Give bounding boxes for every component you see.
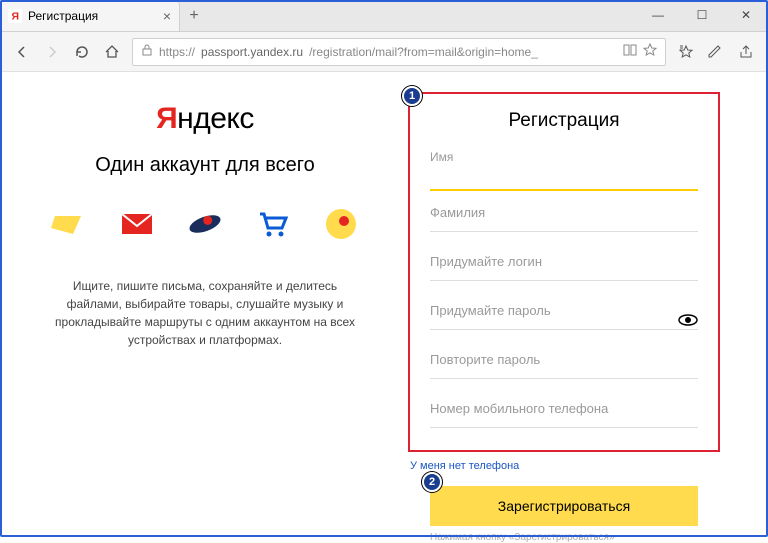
left-panel: Яндекс Один аккаунт для всего Ищите, пиш…: [20, 92, 390, 537]
reading-view-icon[interactable]: [623, 43, 637, 60]
tagline: Один аккаунт для всего: [40, 154, 370, 177]
password-repeat-input[interactable]: [430, 377, 698, 379]
maximize-button[interactable]: ☐: [680, 0, 724, 31]
last-name-field: Фамилия: [430, 205, 698, 240]
browser-icon: [186, 205, 224, 243]
home-button[interactable]: [102, 42, 122, 62]
login-input[interactable]: [430, 279, 698, 281]
registration-form: 1 Регистрация Имя Фамилия Придумайте лог…: [408, 92, 720, 452]
login-field: Придумайте логин: [430, 254, 698, 289]
submit-button[interactable]: Зарегистрироваться: [430, 486, 698, 526]
password-field: Придумайте пароль: [430, 303, 698, 338]
url-protocol: https://: [159, 45, 195, 59]
password-repeat-field: Повторите пароль: [430, 352, 698, 387]
eye-icon[interactable]: [678, 313, 698, 332]
svg-text:Я: Я: [12, 11, 20, 23]
password-input[interactable]: [430, 328, 698, 330]
star-icon[interactable]: [643, 43, 657, 60]
tab-title: Регистрация: [28, 9, 98, 23]
favorites-icon[interactable]: [676, 42, 696, 62]
form-title: Регистрация: [430, 110, 698, 132]
page-content: Яндекс Один аккаунт для всего Ищите, пиш…: [0, 72, 768, 537]
password-label: Придумайте пароль: [430, 303, 698, 318]
phone-field: Номер мобильного телефона: [430, 401, 698, 436]
close-button[interactable]: ✕: [724, 0, 768, 31]
lock-icon: [141, 44, 153, 59]
phone-input[interactable]: [430, 426, 698, 428]
url-path: /registration/mail?from=mail&origin=home…: [309, 45, 538, 59]
share-icon[interactable]: [736, 42, 756, 62]
new-tab-button[interactable]: +: [180, 1, 208, 31]
password-repeat-label: Повторите пароль: [430, 352, 698, 367]
login-label: Придумайте логин: [430, 254, 698, 269]
services-row: [40, 205, 370, 243]
back-button[interactable]: [12, 42, 32, 62]
last-name-input[interactable]: [430, 230, 698, 232]
forward-button[interactable]: [42, 42, 62, 62]
address-bar: https:// passport.yandex.ru/registration/…: [0, 32, 768, 72]
first-name-field: Имя: [430, 150, 698, 191]
yandex-favicon: Я: [8, 9, 22, 23]
browser-tab[interactable]: Я Регистрация ×: [0, 1, 180, 31]
close-icon[interactable]: ×: [163, 8, 171, 24]
right-panel: 1 Регистрация Имя Фамилия Придумайте лог…: [390, 92, 748, 537]
callout-badge-2: 2: [422, 472, 442, 492]
mail-icon: [118, 205, 156, 243]
first-name-input[interactable]: [430, 166, 698, 191]
no-phone-link[interactable]: У меня нет телефона: [410, 460, 748, 472]
notes-icon[interactable]: [706, 42, 726, 62]
url-host: passport.yandex.ru: [201, 45, 303, 59]
last-name-label: Фамилия: [430, 205, 698, 220]
phone-label: Номер мобильного телефона: [430, 401, 698, 416]
minimize-button[interactable]: —: [636, 0, 680, 31]
yandex-logo: Яндекс: [40, 102, 370, 136]
refresh-button[interactable]: [72, 42, 92, 62]
callout-badge-1: 1: [402, 86, 422, 106]
music-icon: [322, 205, 360, 243]
disk-icon: [50, 205, 88, 243]
url-input[interactable]: https:// passport.yandex.ru/registration/…: [132, 38, 666, 66]
description-text: Ищите, пишите письма, сохраняйте и делит…: [40, 277, 370, 349]
market-icon: [254, 205, 292, 243]
first-name-label: Имя: [430, 150, 698, 164]
window-titlebar: Я Регистрация × + — ☐ ✕: [0, 0, 768, 32]
terms-note: Нажимая кнопку «Зарегистрироваться»: [430, 532, 748, 543]
